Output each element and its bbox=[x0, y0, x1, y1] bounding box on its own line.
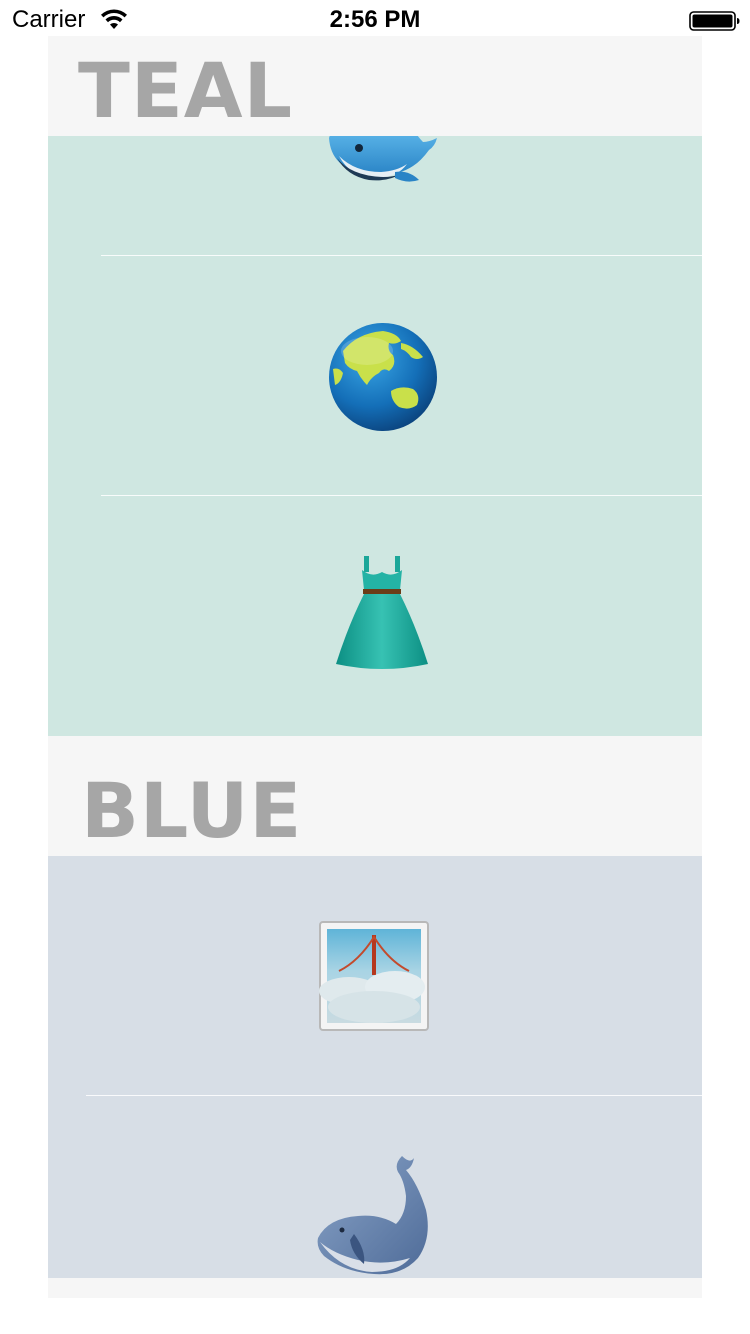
whale-spouting-icon bbox=[329, 136, 437, 182]
status-bar: Carrier 2:56 PM bbox=[0, 0, 750, 40]
emoji-table[interactable]: TEAL BLUE bbox=[48, 36, 702, 1298]
battery-icon bbox=[689, 11, 740, 31]
section-title: TEAL bbox=[78, 46, 294, 135]
section-title: BLUE bbox=[81, 766, 303, 855]
globe-asia-australia-icon bbox=[329, 323, 437, 431]
whale-icon bbox=[317, 1156, 428, 1275]
table-row[interactable] bbox=[48, 1096, 702, 1278]
clock: 2:56 PM bbox=[329, 6, 421, 33]
foggy-bridge-icon bbox=[319, 921, 429, 1031]
table-row[interactable] bbox=[48, 856, 702, 1096]
table-row[interactable] bbox=[48, 496, 702, 736]
table-row[interactable] bbox=[48, 136, 702, 256]
dress-icon bbox=[336, 556, 428, 669]
section-header-blue: BLUE bbox=[48, 736, 702, 856]
table-row[interactable] bbox=[48, 256, 702, 496]
section-header-teal: TEAL bbox=[48, 36, 702, 136]
